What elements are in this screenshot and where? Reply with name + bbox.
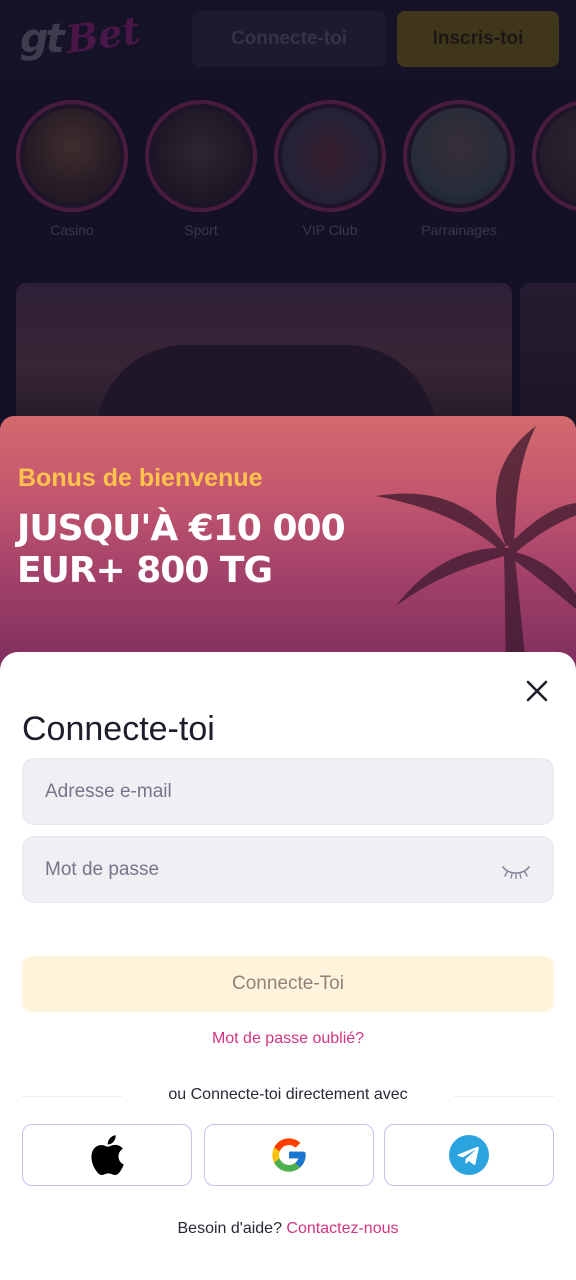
modal-title: Connecte-toi xyxy=(22,710,215,748)
help-text: Besoin d'aide? xyxy=(177,1220,282,1237)
close-icon[interactable] xyxy=(524,678,550,704)
promo-subtitle: Bonus de bienvenue xyxy=(18,464,263,492)
telegram-icon xyxy=(449,1135,489,1175)
apple-login-button[interactable] xyxy=(22,1124,192,1186)
password-field[interactable] xyxy=(23,837,553,902)
palm-tree-icon xyxy=(376,426,576,666)
password-field-wrapper xyxy=(22,836,554,903)
help-line: Besoin d'aide? Contactez-nous xyxy=(0,1220,576,1238)
promo-title: JUSQU'À €10 000 EUR+ 800 TG xyxy=(17,508,346,591)
welcome-bonus-banner: Bonus de bienvenue JUSQU'À €10 000 EUR+ … xyxy=(0,416,576,676)
social-divider: ou Connecte-toi directement avec xyxy=(22,1086,554,1106)
apple-icon xyxy=(91,1135,124,1175)
telegram-login-button[interactable] xyxy=(384,1124,554,1186)
login-modal: Connecte-toi Connecte-Toi Mot de passe o… xyxy=(0,652,576,1280)
forgot-password-link[interactable]: Mot de passe oublié? xyxy=(0,1030,576,1048)
eye-closed-icon[interactable] xyxy=(501,863,531,879)
contact-us-link[interactable]: Contactez-nous xyxy=(286,1220,398,1237)
login-submit-button[interactable]: Connecte-Toi xyxy=(22,956,554,1012)
divider-text: ou Connecte-toi directement avec xyxy=(168,1086,408,1103)
google-icon xyxy=(272,1138,306,1172)
email-field[interactable] xyxy=(23,759,553,824)
google-login-button[interactable] xyxy=(204,1124,374,1186)
email-field-wrapper xyxy=(22,758,554,825)
